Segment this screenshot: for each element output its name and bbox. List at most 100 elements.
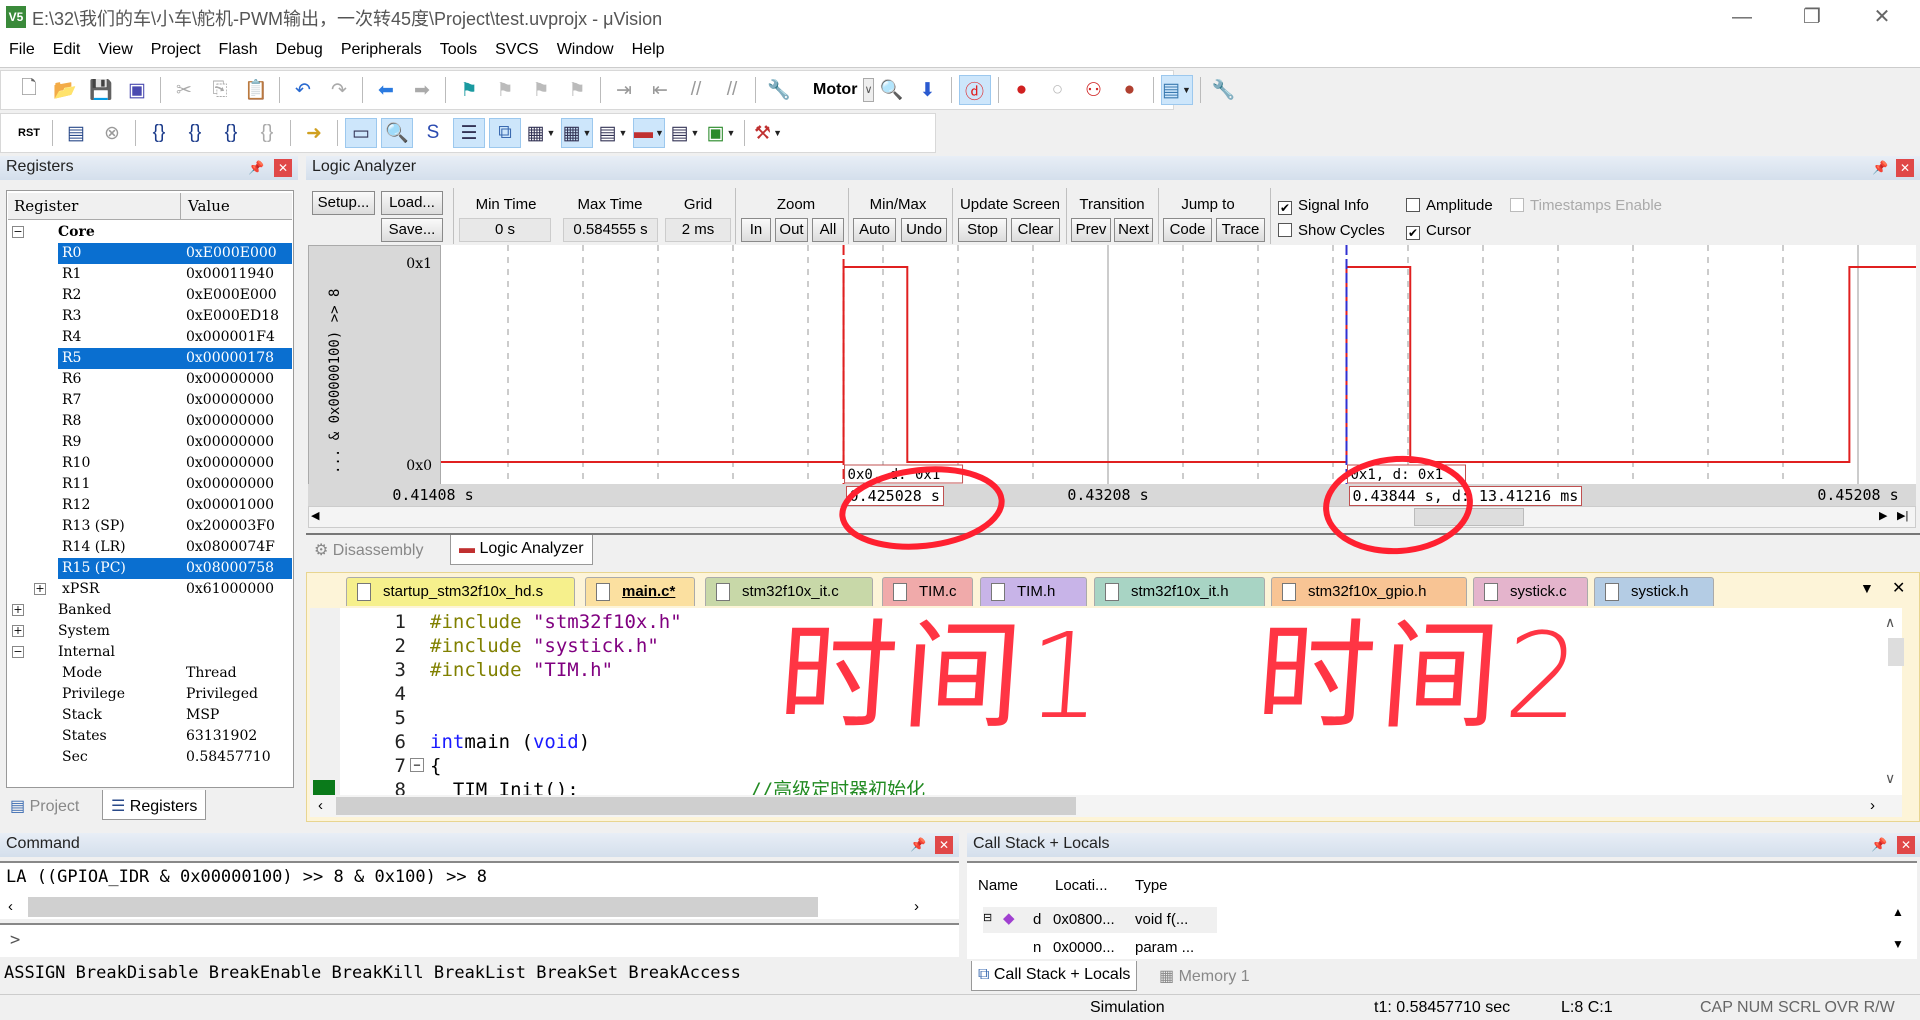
close-button[interactable]: ✕: [1862, 2, 1902, 32]
scroll-down-icon[interactable]: ∨: [1885, 770, 1895, 787]
tab-disassembly[interactable]: ⚙ Disassembly: [314, 540, 423, 560]
system-viewer-icon[interactable]: ▣ ▼: [705, 118, 737, 148]
paste-icon[interactable]: 📋: [240, 75, 272, 105]
close-icon[interactable]: ✕: [274, 159, 292, 177]
setup-button[interactable]: Setup...: [312, 191, 375, 215]
register-row[interactable]: R3 0xE000ED18: [8, 306, 292, 327]
redo-icon[interactable]: ↷: [323, 75, 355, 105]
register-row[interactable]: R15 (PC) 0x08000758: [8, 558, 292, 579]
save-icon[interactable]: 💾: [85, 75, 117, 105]
menu-help[interactable]: Help: [623, 34, 674, 66]
column-name[interactable]: Name: [978, 877, 1018, 894]
register-row[interactable]: Mode Thread: [8, 663, 292, 684]
scroll-up-icon[interactable]: ▲: [1892, 905, 1904, 919]
signal-name-area[interactable]: ... & 0x00000100) >> 8 0x1 0x0: [308, 245, 441, 485]
column-register[interactable]: Register: [14, 197, 78, 215]
register-row[interactable]: R4 0x000001F4: [8, 327, 292, 348]
cut-icon[interactable]: ✂: [168, 75, 200, 105]
editor-tab[interactable]: stm32f10x_it.h: [1094, 577, 1265, 606]
scroll-left-icon[interactable]: ‹: [318, 797, 323, 814]
minmax-auto-button[interactable]: Auto: [853, 218, 896, 242]
disable-breakpoint-icon[interactable]: ○: [1042, 75, 1074, 105]
transition-next-button[interactable]: Next: [1114, 218, 1153, 242]
editor-tab[interactable]: startup_stm32f10x_hd.s: [346, 577, 575, 606]
register-row[interactable]: Privilege Privileged: [8, 684, 292, 705]
window-layout-icon[interactable]: ▤ ▼: [1160, 75, 1193, 105]
register-row[interactable]: − Internal: [8, 642, 292, 663]
call-stack-row[interactable]: n 0x0000... param ...: [983, 935, 1217, 961]
editor-hscroll[interactable]: ‹ ›: [310, 795, 1902, 817]
amplitude-checkbox[interactable]: Amplitude: [1406, 197, 1493, 214]
collapse-icon[interactable]: −: [12, 226, 24, 238]
collapse-icon[interactable]: −: [12, 646, 24, 658]
menu-svcs[interactable]: SVCS: [486, 34, 548, 66]
target-dropdown-icon[interactable]: ∨: [863, 78, 874, 102]
previous-bookmark-icon[interactable]: ⚑: [489, 75, 521, 105]
pin-icon[interactable]: 📌: [1872, 160, 1888, 176]
dropdown-arrow-icon[interactable]: ▼: [727, 128, 736, 138]
menu-debug[interactable]: Debug: [267, 34, 332, 66]
step-over-icon[interactable]: {}: [179, 118, 211, 148]
run-to-cursor-icon[interactable]: {}: [251, 118, 283, 148]
menu-window[interactable]: Window: [548, 34, 623, 66]
insert-bookmark-icon[interactable]: ⚑: [453, 75, 485, 105]
pin-icon[interactable]: 📌: [910, 837, 926, 853]
code-line[interactable]: 7 {−: [310, 754, 1810, 778]
dropdown-arrow-icon[interactable]: ▼: [655, 128, 664, 138]
unindent-icon[interactable]: ⇤: [644, 75, 676, 105]
expand-icon[interactable]: +: [12, 604, 24, 616]
update-clear-button[interactable]: Clear: [1011, 218, 1060, 242]
step-into-icon[interactable]: {}: [143, 118, 175, 148]
menu-tools[interactable]: Tools: [431, 34, 486, 66]
minmax-undo-button[interactable]: Undo: [901, 218, 947, 242]
copy-icon[interactable]: ⎘: [204, 75, 236, 105]
reset-icon[interactable]: RST: [13, 118, 45, 148]
register-row[interactable]: + xPSR 0x61000000: [8, 579, 292, 600]
close-editor-icon[interactable]: ✕: [1892, 578, 1905, 598]
register-row[interactable]: + Banked: [8, 600, 292, 621]
scroll-left-icon[interactable]: ‹: [8, 898, 13, 915]
signal-info-checkbox[interactable]: ✔ Signal Info: [1278, 197, 1369, 215]
waveform-plot[interactable]: 0x0, d: 0x1 0x1, d: 0x1: [441, 245, 1916, 485]
dropdown-arrow-icon[interactable]: ▼: [691, 128, 700, 138]
zoom-all-button[interactable]: All: [812, 218, 844, 242]
register-row[interactable]: R13 (SP) 0x200003F0: [8, 516, 292, 537]
minimize-button[interactable]: —: [1722, 2, 1762, 32]
transition-prev-button[interactable]: Prev: [1071, 218, 1111, 242]
find-in-files-icon[interactable]: 🔍: [876, 75, 908, 105]
stop-icon[interactable]: ⊗: [96, 118, 128, 148]
indent-icon[interactable]: ⇥: [608, 75, 640, 105]
scroll-up-icon[interactable]: ∧: [1885, 614, 1895, 631]
next-bookmark-icon[interactable]: ⚑: [525, 75, 557, 105]
column-value[interactable]: Value: [188, 197, 230, 215]
scroll-right-icon[interactable]: ›: [914, 898, 919, 915]
navigate-back-icon[interactable]: ⬅: [370, 75, 402, 105]
clear-bookmarks-icon[interactable]: ⚑: [561, 75, 593, 105]
register-row[interactable]: R6 0x00000000: [8, 369, 292, 390]
command-window-icon[interactable]: ▭: [345, 118, 377, 148]
pin-icon[interactable]: 📌: [248, 160, 264, 176]
show-next-statement-icon[interactable]: ➜: [298, 118, 330, 148]
restore-button[interactable]: ❐: [1792, 2, 1832, 32]
load-button[interactable]: Load...: [381, 191, 443, 215]
scroll-thumb[interactable]: [1414, 508, 1524, 526]
editor-hscroll-thumb[interactable]: [336, 797, 1076, 815]
jump-trace-button[interactable]: Trace: [1216, 218, 1265, 242]
watch-window-icon[interactable]: ▦ ▼: [525, 118, 557, 148]
register-row[interactable]: R5 0x00000178: [8, 348, 292, 369]
target-options-icon[interactable]: 🔧: [763, 75, 795, 105]
insert-breakpoint-icon[interactable]: ●: [1006, 75, 1038, 105]
tab-call-stack[interactable]: ⧉ Call Stack + Locals: [971, 961, 1138, 991]
dropdown-arrow-icon[interactable]: ▼: [547, 128, 556, 138]
register-row[interactable]: − Core: [8, 222, 292, 243]
zoom-out-button[interactable]: Out: [775, 218, 808, 242]
close-icon[interactable]: ✕: [1896, 159, 1914, 177]
toolbox-icon[interactable]: ⚒ ▼: [752, 118, 784, 148]
scroll-thumb[interactable]: [28, 897, 818, 917]
column-divider[interactable]: [180, 193, 181, 220]
fold-icon[interactable]: −: [410, 758, 424, 772]
serial-window-icon[interactable]: ▤ ▼: [597, 118, 629, 148]
dropdown-arrow-icon[interactable]: ▼: [583, 128, 592, 138]
pin-icon[interactable]: 📌: [1871, 837, 1887, 853]
tab-logic-analyzer[interactable]: ▬ Logic Analyzer: [450, 535, 593, 565]
